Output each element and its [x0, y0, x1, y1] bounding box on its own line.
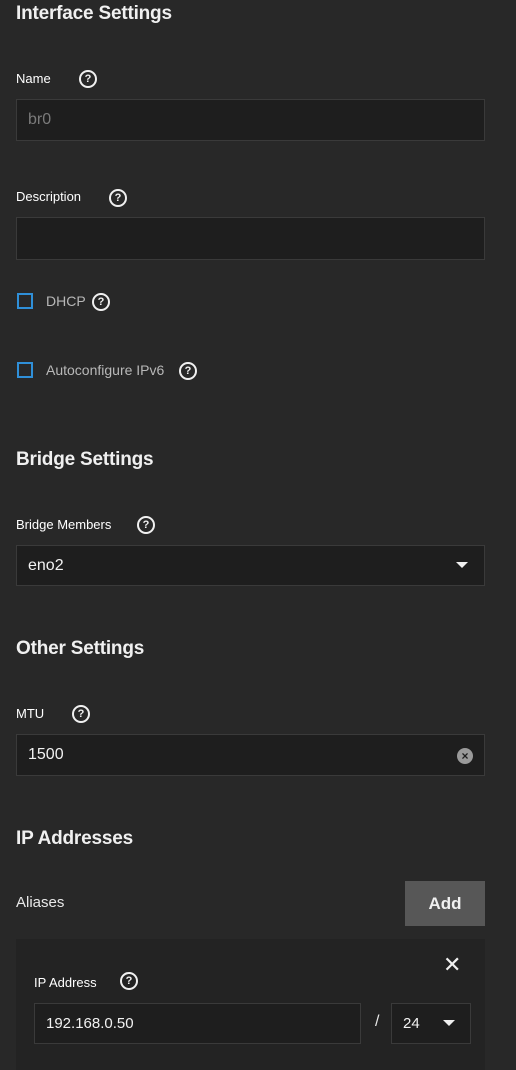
dhcp-label[interactable]: DHCP: [46, 293, 86, 309]
mtu-value: 1500: [28, 746, 64, 763]
name-input: br0: [16, 99, 485, 141]
mtu-clear-icon[interactable]: ×: [457, 748, 473, 764]
netmask-select[interactable]: 24: [391, 1003, 471, 1044]
aliases-label: Aliases: [16, 894, 65, 911]
bridge-members-label: Bridge Members: [16, 517, 112, 532]
bridge-settings-title: Bridge Settings: [16, 449, 154, 470]
other-settings-title: Other Settings: [16, 638, 145, 659]
ip-address-help-icon[interactable]: ?: [120, 972, 138, 990]
mtu-help-icon[interactable]: ?: [72, 705, 90, 723]
bridge-members-chevron-down-icon[interactable]: [456, 562, 468, 568]
alias-close-icon[interactable]: ✕: [443, 954, 461, 976]
dhcp-checkbox[interactable]: [17, 293, 33, 309]
ip-addresses-title: IP Addresses: [16, 828, 133, 849]
bridge-members-help-icon[interactable]: ?: [137, 516, 155, 534]
netmask-separator: /: [375, 1013, 380, 1030]
autoconfig-ipv6-label[interactable]: Autoconfigure IPv6: [46, 362, 164, 378]
netmask-chevron-down-icon[interactable]: [443, 1020, 455, 1026]
description-label: Description: [16, 189, 82, 204]
bridge-members-select[interactable]: eno2: [16, 545, 485, 586]
autoconfig-ipv6-help-icon[interactable]: ?: [179, 362, 197, 380]
netmask-value: 24: [403, 1015, 420, 1032]
description-help-icon[interactable]: ?: [109, 189, 127, 207]
ip-address-input[interactable]: 192.168.0.50: [34, 1003, 361, 1044]
bridge-members-value: eno2: [28, 556, 64, 574]
name-help-icon[interactable]: ?: [79, 70, 97, 88]
autoconfig-ipv6-checkbox[interactable]: [17, 362, 33, 378]
name-value: br0: [28, 111, 52, 128]
description-input[interactable]: [16, 217, 485, 260]
interface-settings-title: Interface Settings: [16, 3, 172, 24]
ip-address-value: 192.168.0.50: [46, 1015, 134, 1032]
ip-address-label: IP Address: [34, 975, 97, 990]
add-alias-button[interactable]: Add: [405, 881, 485, 926]
dhcp-help-icon[interactable]: ?: [92, 293, 110, 311]
name-label: Name: [16, 71, 51, 86]
mtu-input[interactable]: 1500: [16, 734, 485, 776]
mtu-label: MTU: [16, 706, 45, 721]
